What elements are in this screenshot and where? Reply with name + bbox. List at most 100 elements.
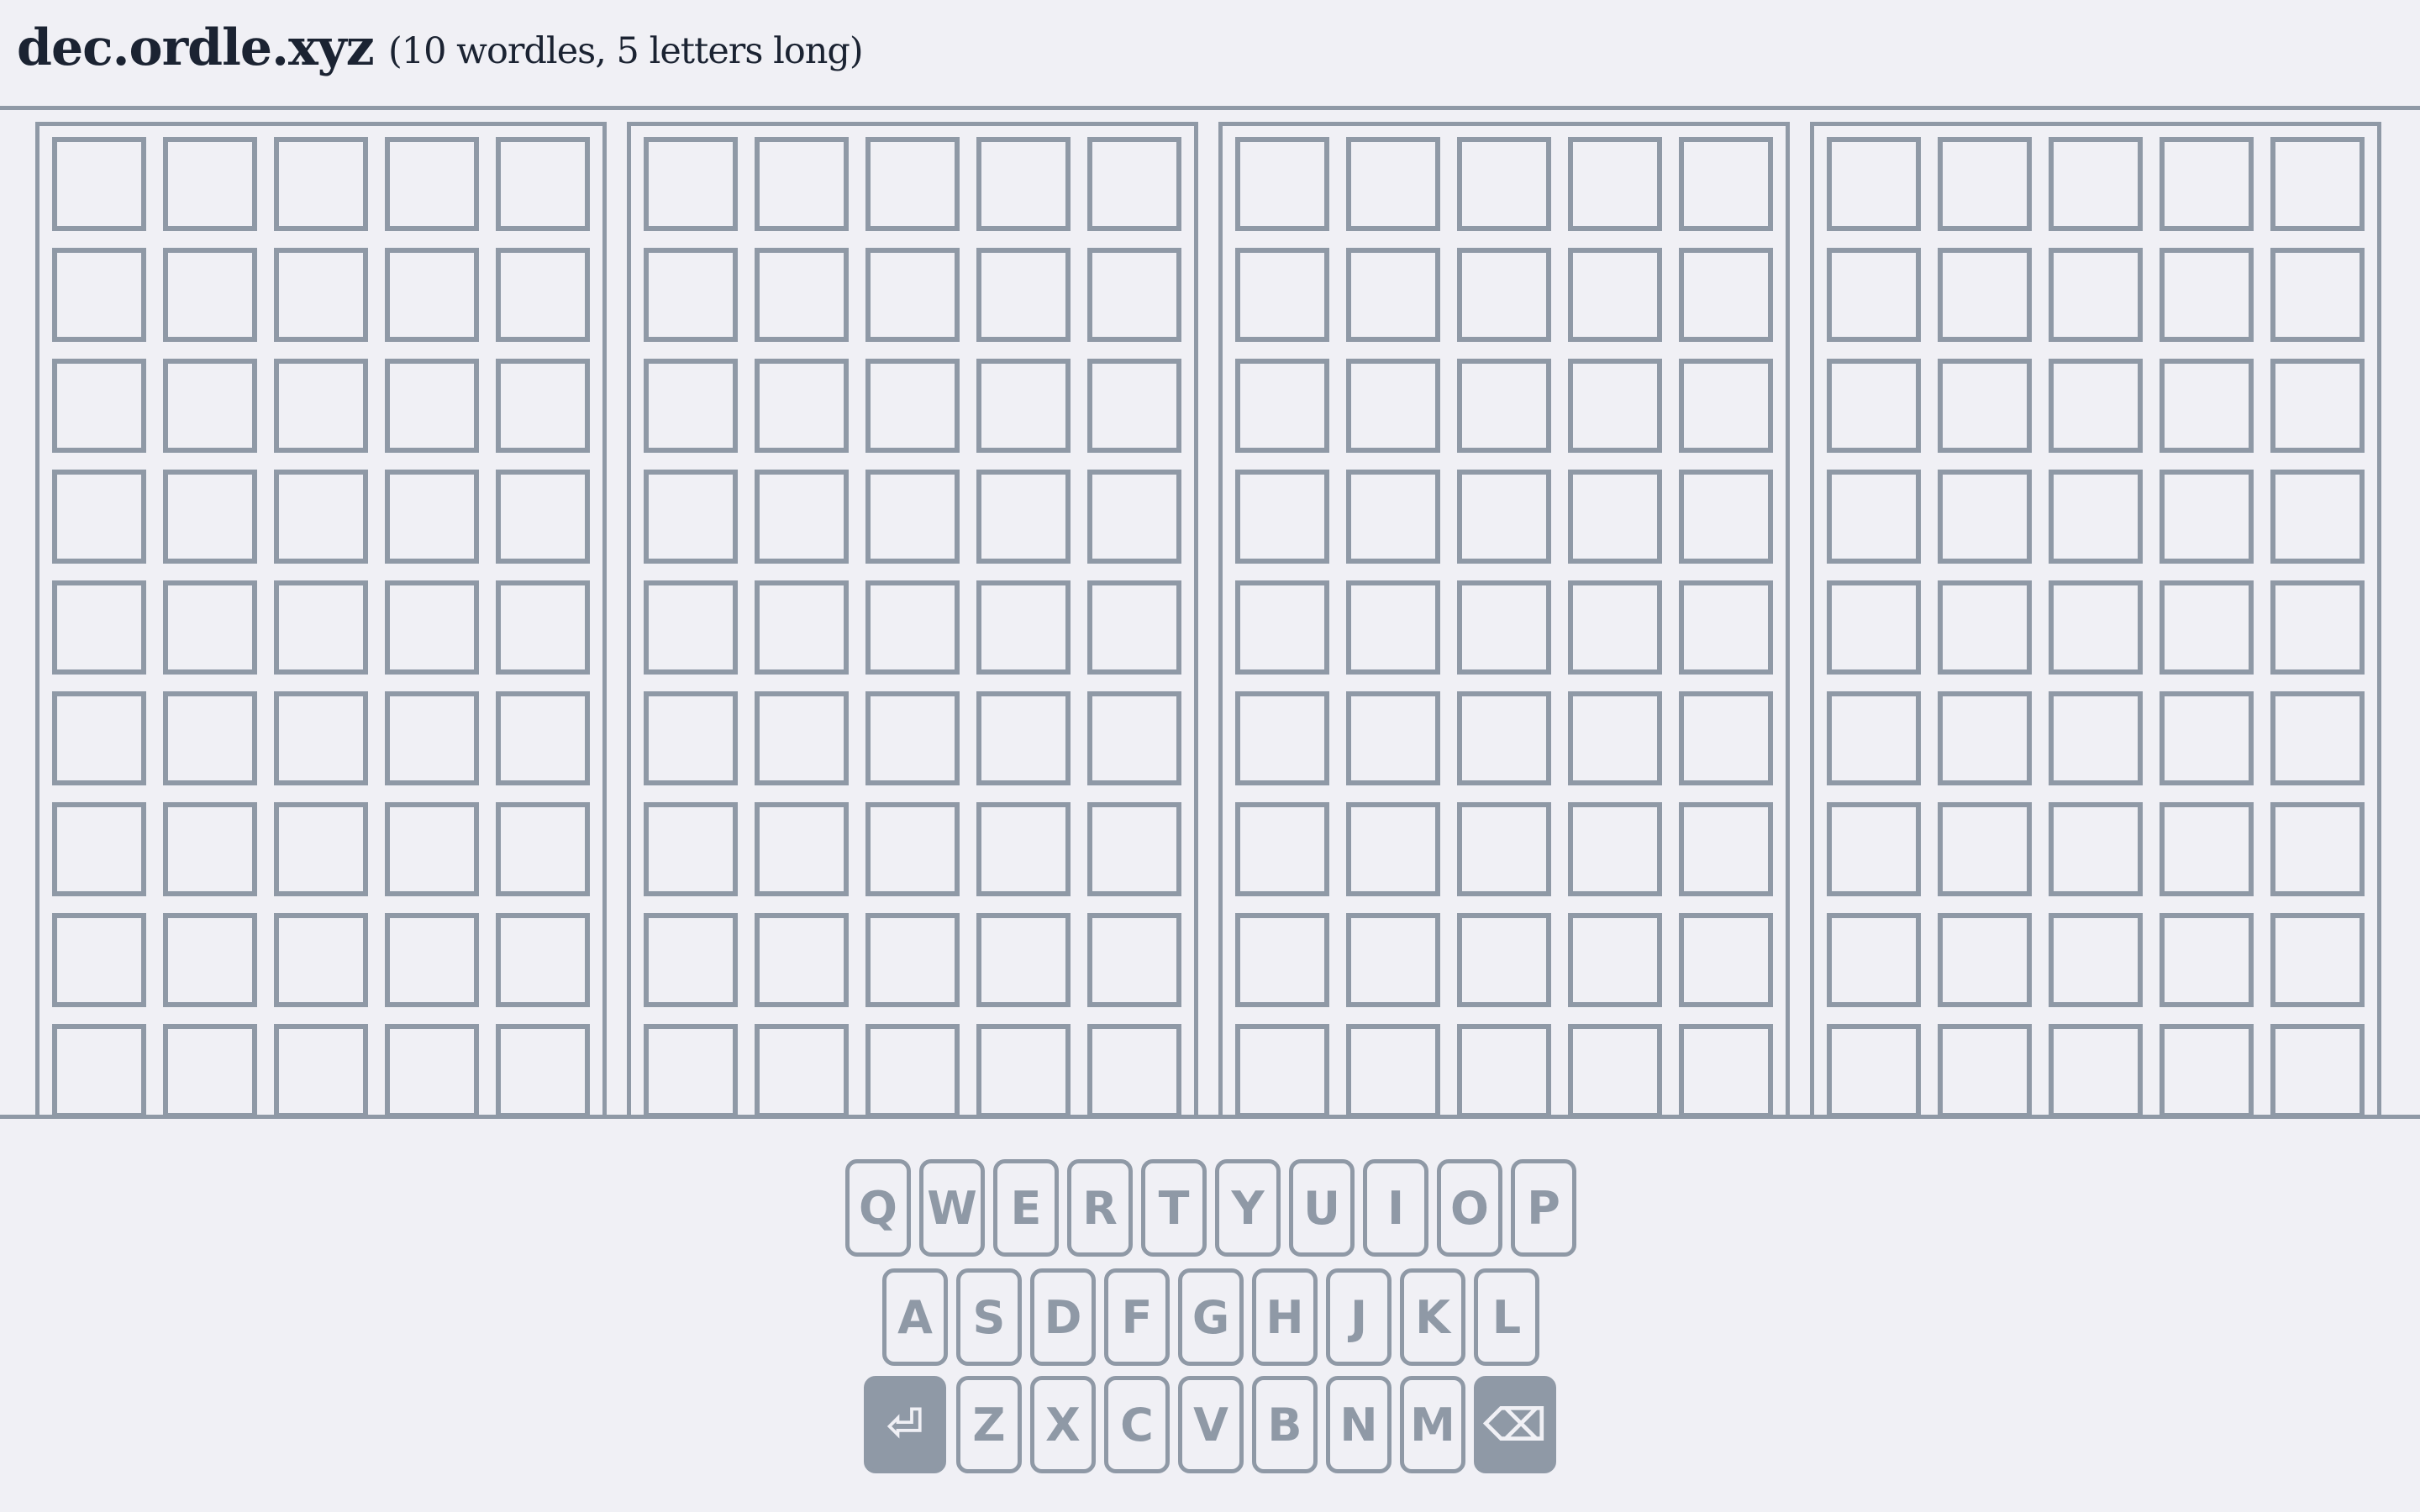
letter-tile — [52, 691, 146, 785]
letter-tile — [2049, 470, 2143, 564]
letter-tile — [1235, 1024, 1329, 1115]
letter-tile — [2160, 359, 2254, 453]
letter-tile — [865, 470, 960, 564]
letter-tile — [1827, 691, 1921, 785]
letter-tile — [976, 359, 1071, 453]
letter-tile — [2270, 248, 2365, 342]
letter-tile — [1235, 137, 1329, 231]
word-board — [1810, 122, 2381, 1115]
letter-tile — [163, 580, 257, 675]
letter-tile — [644, 580, 738, 675]
letter-tile — [2160, 580, 2254, 675]
letter-tile — [1457, 580, 1551, 675]
key-j[interactable]: J — [1326, 1268, 1392, 1366]
letter-tile — [1235, 359, 1329, 453]
letter-tile — [1568, 359, 1662, 453]
key-b[interactable]: B — [1252, 1376, 1318, 1473]
key-p[interactable]: P — [1511, 1159, 1576, 1257]
letter-tile — [976, 913, 1071, 1007]
backspace-icon: ⌫ — [1482, 1398, 1548, 1452]
key-e[interactable]: E — [993, 1159, 1059, 1257]
letter-tile — [2160, 802, 2254, 896]
letter-tile — [1346, 1024, 1440, 1115]
letter-tile — [1827, 1024, 1921, 1115]
key-w[interactable]: W — [919, 1159, 985, 1257]
letter-tile — [865, 691, 960, 785]
letter-tile — [644, 470, 738, 564]
letter-tile — [1938, 470, 2032, 564]
key-s[interactable]: S — [956, 1268, 1022, 1366]
letter-tile — [1457, 137, 1551, 231]
letter-tile — [1568, 802, 1662, 896]
letter-tile — [1827, 802, 1921, 896]
key-x[interactable]: X — [1030, 1376, 1096, 1473]
key-g[interactable]: G — [1178, 1268, 1244, 1366]
key-q[interactable]: Q — [845, 1159, 911, 1257]
key-h[interactable]: H — [1252, 1268, 1318, 1366]
letter-tile — [1457, 691, 1551, 785]
key-l[interactable]: L — [1474, 1268, 1539, 1366]
letter-tile — [1679, 1024, 1773, 1115]
letter-tile — [52, 1024, 146, 1115]
boards-container[interactable] — [0, 110, 2420, 1115]
letter-tile — [1346, 691, 1440, 785]
key-o[interactable]: O — [1437, 1159, 1502, 1257]
letter-tile — [865, 802, 960, 896]
letter-tile — [2160, 470, 2254, 564]
letter-tile — [1568, 137, 1662, 231]
game-subtitle: (10 wordles, 5 letters long) — [388, 30, 864, 72]
letter-tile — [274, 802, 368, 896]
letter-tile — [644, 802, 738, 896]
backspace-key[interactable]: ⌫ — [1474, 1376, 1556, 1473]
letter-tile — [1568, 470, 1662, 564]
letter-tile — [1679, 248, 1773, 342]
letter-tile — [496, 913, 590, 1007]
key-m[interactable]: M — [1400, 1376, 1465, 1473]
letter-tile — [1346, 137, 1440, 231]
letter-tile — [52, 580, 146, 675]
key-y[interactable]: Y — [1215, 1159, 1281, 1257]
key-z[interactable]: Z — [956, 1376, 1022, 1473]
key-a[interactable]: A — [882, 1268, 948, 1366]
key-r[interactable]: R — [1067, 1159, 1133, 1257]
letter-tile — [755, 248, 849, 342]
letter-tile — [1235, 913, 1329, 1007]
letter-tile — [976, 137, 1071, 231]
letter-tile — [755, 470, 849, 564]
letter-tile — [1346, 248, 1440, 342]
key-f[interactable]: F — [1104, 1268, 1170, 1366]
key-v[interactable]: V — [1178, 1376, 1244, 1473]
key-n[interactable]: N — [1326, 1376, 1392, 1473]
letter-tile — [163, 802, 257, 896]
site-title[interactable]: dec.ordle.xyz — [17, 18, 375, 77]
letter-tile — [2160, 913, 2254, 1007]
letter-tile — [2049, 137, 2143, 231]
letter-tile — [1346, 359, 1440, 453]
on-screen-keyboard: Q W E R T Y U I O P A S D F G H J K L Z X C V B N M ⏎ ⌫ — [0, 1159, 2420, 1495]
enter-icon: ⏎ — [886, 1398, 924, 1452]
enter-key[interactable]: ⏎ — [864, 1376, 946, 1473]
letter-tile — [1827, 359, 1921, 453]
key-d[interactable]: D — [1030, 1268, 1096, 1366]
letter-tile — [2160, 1024, 2254, 1115]
letter-tile — [163, 137, 257, 231]
key-t[interactable]: T — [1141, 1159, 1207, 1257]
letter-tile — [1827, 470, 1921, 564]
letter-tile — [385, 1024, 479, 1115]
letter-tile — [2049, 913, 2143, 1007]
letter-tile — [1568, 1024, 1662, 1115]
letter-tile — [1827, 137, 1921, 231]
letter-tile — [496, 470, 590, 564]
letter-tile — [1087, 691, 1181, 785]
letter-tile — [2270, 802, 2365, 896]
key-c[interactable]: C — [1104, 1376, 1170, 1473]
letter-tile — [163, 913, 257, 1007]
key-k[interactable]: K — [1400, 1268, 1465, 1366]
letter-tile — [976, 1024, 1071, 1115]
letter-tile — [1087, 1024, 1181, 1115]
letter-tile — [496, 137, 590, 231]
letter-tile — [1087, 470, 1181, 564]
key-u[interactable]: U — [1289, 1159, 1355, 1257]
key-i[interactable]: I — [1363, 1159, 1428, 1257]
letter-tile — [52, 913, 146, 1007]
